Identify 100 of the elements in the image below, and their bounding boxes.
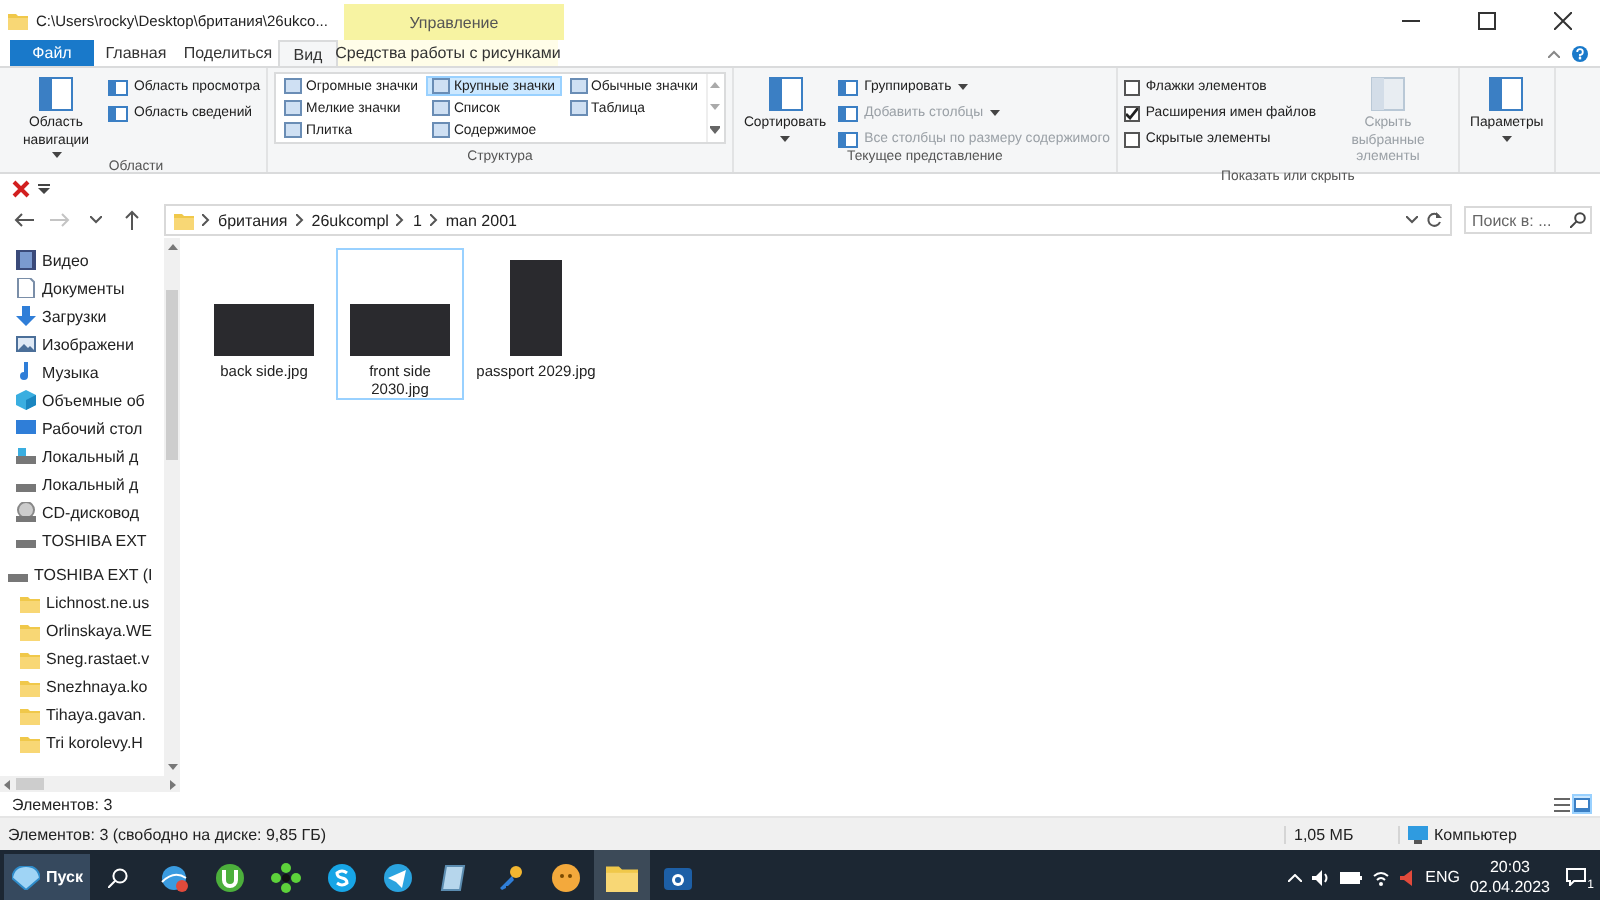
- item-count: Элементов: 3: [12, 795, 113, 813]
- pane-icon: [108, 105, 128, 121]
- maximize-icon: [1477, 11, 1495, 29]
- sidebar-item[interactable]: Музыка: [42, 363, 99, 381]
- speaker-icon: [1311, 869, 1330, 885]
- sidebar-item[interactable]: Документы: [42, 279, 125, 297]
- checkbox[interactable]: [1123, 79, 1140, 95]
- taskbar-app[interactable]: [594, 850, 651, 900]
- sidebar-item[interactable]: CD-дисковод: [42, 503, 139, 521]
- status-text: Элементов: 3 (свободно на диске: 9,85 ГБ): [6, 825, 328, 843]
- scrollbar[interactable]: [0, 776, 180, 792]
- address-bar[interactable]: британия 26ukcompl 1 man 2001: [164, 204, 1452, 236]
- checkmark-icon: [1125, 107, 1138, 119]
- view-button[interactable]: [1552, 794, 1572, 814]
- chevron-down-icon: [1406, 216, 1418, 224]
- language-indicator[interactable]: ENG: [1425, 868, 1460, 886]
- sidebar-item[interactable]: Загрузки: [42, 307, 107, 325]
- scroll-down-icon: [710, 104, 721, 110]
- film-icon: [16, 250, 36, 270]
- drive-icon: [16, 446, 36, 466]
- refresh-icon: [1426, 212, 1442, 228]
- torrent-icon: [214, 861, 247, 893]
- scroll-up-icon: [167, 244, 177, 250]
- folder-icon: [8, 8, 28, 32]
- caret-icon: [989, 110, 1000, 116]
- globe-icon: [158, 861, 191, 893]
- checkbox[interactable]: [1123, 131, 1140, 147]
- ribbon-tab[interactable]: Средства работы с рисунками: [338, 40, 558, 66]
- speaker-icon: [1399, 869, 1416, 885]
- sidebar-item[interactable]: Sneg.rastaet.v: [46, 649, 150, 667]
- pane-icon: [108, 79, 128, 95]
- start-button[interactable]: Пуск: [4, 854, 91, 900]
- scrollbar-thumb[interactable]: [16, 778, 44, 790]
- battery-icon: [1339, 871, 1362, 883]
- folder-icon: [20, 675, 40, 697]
- message-icon: [1566, 868, 1586, 886]
- ribbon-icon: [34, 74, 78, 114]
- document-icon: [16, 278, 36, 298]
- sidebar-item[interactable]: Изображени: [42, 335, 134, 353]
- chevron-down-icon: [90, 216, 102, 224]
- chevron-right-icon: [429, 214, 438, 226]
- breadcrumb[interactable]: 1: [412, 211, 422, 229]
- photo-placeholder: [214, 304, 314, 356]
- chevron-right-icon: [396, 214, 405, 226]
- breadcrumb[interactable]: man 2001: [445, 211, 517, 229]
- scrollbar-thumb[interactable]: [166, 290, 178, 460]
- large-icons-view-icon: [1574, 797, 1590, 811]
- scroll-right-icon: [170, 779, 176, 789]
- folder-icon: [20, 619, 40, 641]
- sidebar-item[interactable]: Объемные об: [42, 391, 145, 409]
- scroll-up-icon: [710, 82, 721, 88]
- folder-icon: [174, 210, 194, 230]
- caret-icon: [51, 152, 61, 158]
- sidebar-item[interactable]: Видео: [42, 251, 89, 269]
- sidebar-item[interactable]: Tihaya.gavan.: [46, 705, 146, 723]
- breadcrumb[interactable]: 26ukcompl: [311, 211, 389, 229]
- photo-placeholder: [350, 304, 450, 356]
- ribbon-tab[interactable]: Вид: [278, 40, 338, 66]
- sidebar-item[interactable]: Рабочий стол: [42, 419, 143, 437]
- scroll-left-icon: [4, 779, 10, 789]
- ribbon-tab[interactable]: Главная: [94, 40, 178, 66]
- cube-icon: [16, 390, 36, 410]
- caret-icon: [957, 84, 968, 90]
- ribbon-tab[interactable]: Поделиться: [178, 40, 278, 66]
- folder-icon: [20, 647, 40, 669]
- sidebar-item[interactable]: Локальный д: [42, 475, 139, 493]
- shell-icon: [12, 865, 40, 889]
- close-icon: [1553, 11, 1571, 29]
- back-arrow-icon: [14, 212, 34, 228]
- caret-icon: [1501, 135, 1512, 141]
- delete-icon: [12, 179, 30, 197]
- context-tab-header: Управление: [343, 4, 564, 40]
- sidebar-item[interactable]: Tri korolevy.H: [46, 733, 143, 751]
- sidebar-item[interactable]: Orlinskaya.WE: [46, 621, 152, 639]
- details-view-icon: [1554, 797, 1570, 811]
- clock[interactable]: 20:03 02.04.2023: [1469, 857, 1550, 897]
- sidebar-item[interactable]: Lichnost.ne.us: [46, 593, 150, 611]
- sidebar-item[interactable]: TOSHIBA EXT (I: [34, 565, 153, 583]
- wifi-icon: [1371, 869, 1390, 885]
- desktop-icon: [16, 418, 36, 438]
- chevron-right-icon: [295, 214, 304, 226]
- ribbon-icon: [1366, 74, 1410, 114]
- photo-placeholder: [510, 260, 562, 356]
- search-field[interactable]: Поиск в: ...: [1464, 206, 1592, 234]
- breadcrumb[interactable]: британия: [218, 211, 288, 229]
- sidebar-item[interactable]: TOSHIBA EXT: [42, 531, 147, 549]
- pane-icon: [838, 79, 859, 95]
- search-icon: [108, 867, 129, 887]
- folder-icon: [20, 703, 40, 725]
- folder-icon: [20, 591, 40, 613]
- help-icon: [1572, 45, 1588, 61]
- collapse-ribbon-icon: [1548, 49, 1560, 57]
- selection-size: 1,05 МБ: [1294, 825, 1354, 843]
- sidebar-item[interactable]: Локальный д: [42, 447, 139, 465]
- checkbox[interactable]: [1123, 105, 1140, 121]
- smiley-icon: [550, 861, 583, 893]
- sidebar-item[interactable]: Snezhnaya.ko: [46, 677, 148, 695]
- scrollbar[interactable]: [164, 238, 180, 776]
- pane-icon: [838, 131, 859, 147]
- ribbon-tab[interactable]: Файл: [10, 40, 94, 66]
